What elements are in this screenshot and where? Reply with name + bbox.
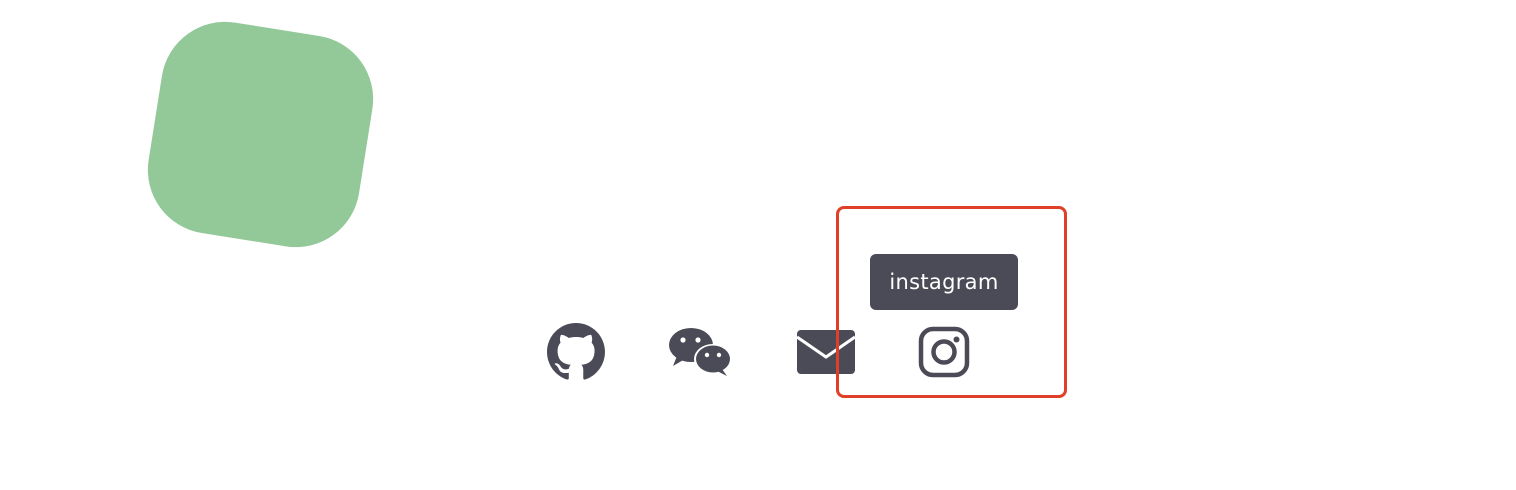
decorative-blob <box>138 12 383 257</box>
highlight-box <box>836 206 1067 398</box>
github-link[interactable] <box>540 320 612 384</box>
wechat-icon <box>667 326 733 378</box>
page: instagram <box>0 0 1516 490</box>
wechat-link[interactable] <box>664 320 736 384</box>
github-icon <box>547 323 605 381</box>
